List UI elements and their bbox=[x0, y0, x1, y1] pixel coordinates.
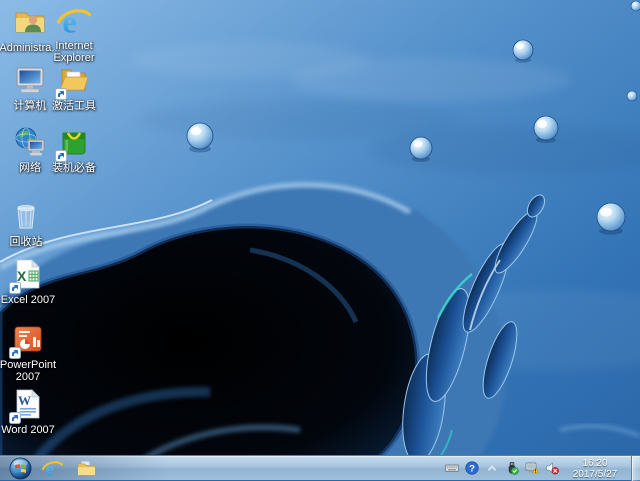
shopping-bag-icon bbox=[55, 126, 91, 162]
desktop-icon-label: 激活工具 bbox=[52, 100, 96, 112]
desktop-icon-excel-2007[interactable]: X Excel 2007 bbox=[0, 258, 63, 306]
svg-text:W: W bbox=[18, 393, 31, 408]
show-desktop-button[interactable] bbox=[631, 455, 640, 481]
folder-icon bbox=[77, 460, 95, 475]
system-tray: ? 16:20 2017/5/27 bbox=[444, 455, 640, 481]
desktop-icon-label: 装机必备 bbox=[52, 162, 96, 174]
desktop-icon-recycle-bin[interactable]: 回收站 bbox=[0, 200, 61, 248]
clock-date: 2017/5/27 bbox=[572, 468, 618, 480]
recycle-bin-icon bbox=[9, 200, 43, 234]
taskbar-ie-button[interactable]: e bbox=[35, 456, 69, 481]
ie-icon: e bbox=[41, 458, 63, 479]
svg-text:?: ? bbox=[469, 463, 475, 474]
desktop-icon-label: Internet Explorer bbox=[53, 40, 95, 64]
desktop-icon-label: 回收站 bbox=[9, 236, 43, 248]
clock-time: 16:20 bbox=[582, 457, 608, 469]
show-hidden-icons-arrow[interactable] bbox=[484, 461, 499, 476]
desktop-icon-word-2007[interactable]: W Word 2007 bbox=[0, 388, 63, 436]
input-keyboard-icon[interactable] bbox=[444, 461, 459, 476]
desktop-icon-essential-software[interactable]: 装机必备 bbox=[39, 126, 109, 174]
taskbar-explorer-button[interactable] bbox=[69, 456, 103, 481]
shortcut-arrow-icon bbox=[9, 411, 21, 424]
desktop-icon-label: PowerPoint 2007 bbox=[0, 359, 57, 383]
windows-flag-icon bbox=[9, 457, 31, 479]
shortcut-arrow-icon bbox=[55, 149, 67, 162]
powerpoint-icon bbox=[9, 323, 45, 359]
desktop-icon-label: Word 2007 bbox=[1, 424, 55, 436]
open-folder-icon bbox=[55, 64, 91, 100]
help-question-icon[interactable]: ? bbox=[464, 461, 479, 476]
desktop-icon-label: Excel 2007 bbox=[0, 294, 56, 306]
volume-muted-icon[interactable] bbox=[544, 461, 559, 476]
tray-clock[interactable]: 16:20 2017/5/27 bbox=[564, 457, 626, 480]
desktop-icon-internet-explorer[interactable]: e Internet Explorer bbox=[39, 4, 109, 64]
taskbar: e ? 16:20 2017/5/27 bbox=[0, 455, 640, 481]
shortcut-arrow-icon bbox=[9, 346, 21, 359]
network-warning-icon[interactable] bbox=[524, 461, 539, 476]
excel-icon: X bbox=[9, 258, 45, 294]
desktop-icon-powerpoint-2007[interactable]: PowerPoint 2007 bbox=[0, 323, 63, 383]
start-button[interactable] bbox=[5, 456, 35, 481]
usb-safely-remove-icon[interactable] bbox=[504, 461, 519, 476]
shortcut-arrow-icon bbox=[9, 281, 21, 294]
word-icon: W bbox=[9, 388, 45, 424]
ie-icon: e bbox=[57, 4, 91, 40]
desktop: Administra... e Internet Explorer 计算机 激活… bbox=[0, 0, 640, 481]
desktop-icon-activation-tools[interactable]: 激活工具 bbox=[39, 64, 109, 112]
shortcut-arrow-icon bbox=[55, 87, 67, 100]
